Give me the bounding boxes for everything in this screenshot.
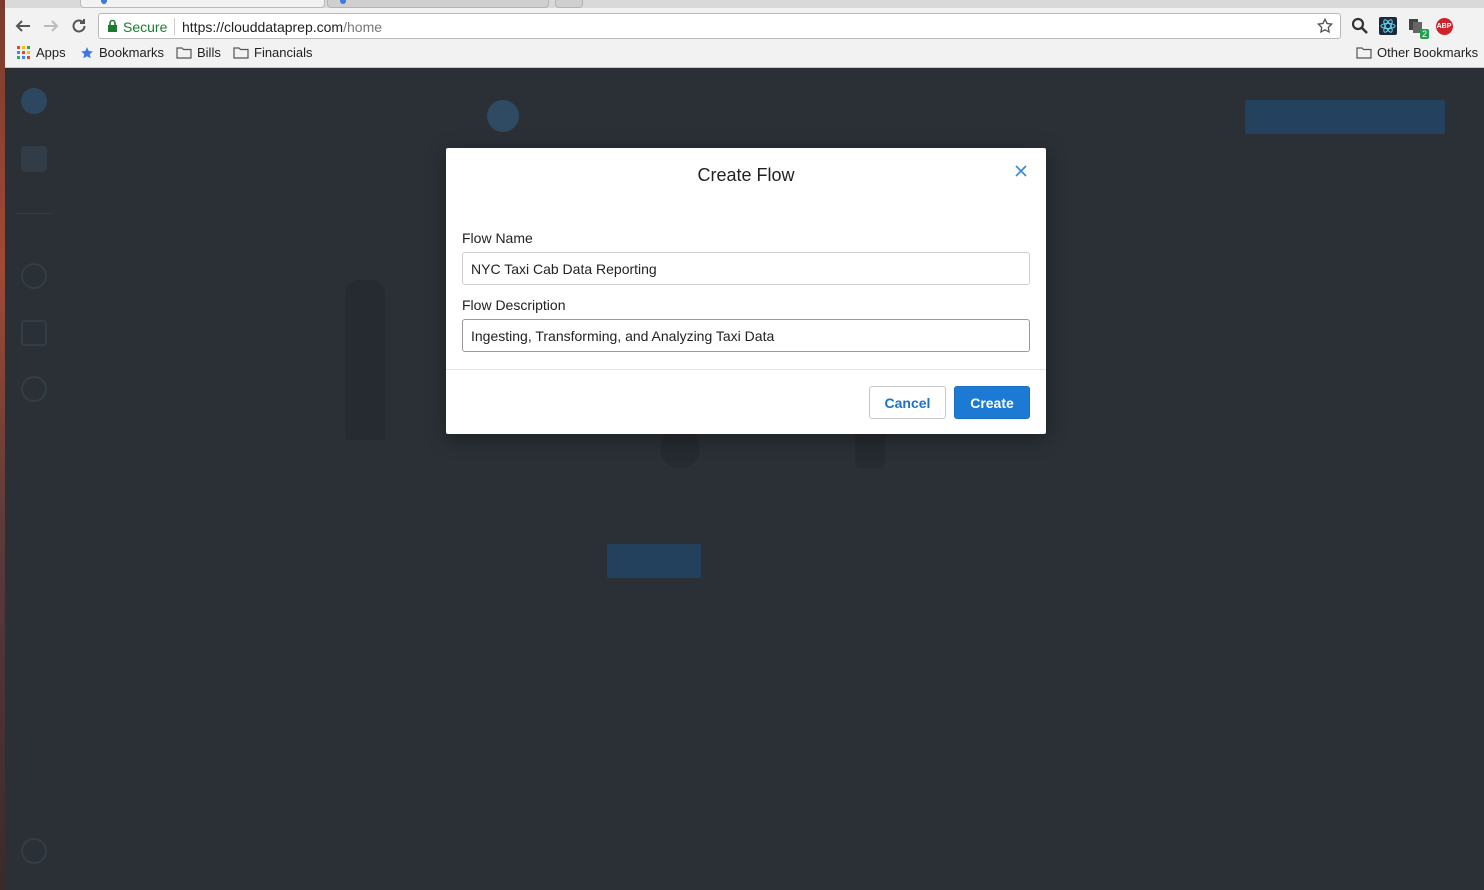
folder-icon [233, 47, 249, 59]
favicon-icon [340, 0, 346, 4]
bookmark-star-icon[interactable] [1316, 17, 1334, 35]
apps-grid-icon [17, 45, 30, 59]
illustration-person [345, 280, 385, 440]
star-icon [81, 46, 93, 58]
create-flow-dialog: Create Flow Flow Name Flow Description C… [446, 148, 1046, 434]
lock-icon [108, 19, 117, 32]
address-bar[interactable]: Secure https://clouddataprep.com/home [98, 13, 1341, 39]
help-icon [21, 838, 47, 864]
close-icon[interactable] [1014, 164, 1028, 178]
other-bookmarks[interactable]: Other Bookmarks [1356, 45, 1478, 60]
bookmark-label: Bookmarks [99, 45, 165, 60]
tab-inactive[interactable] [327, 0, 549, 8]
folder-icon [1356, 47, 1372, 59]
extension-badge: 2 [1419, 29, 1429, 39]
bookmark-label: Apps [36, 45, 66, 60]
cancel-button[interactable]: Cancel [869, 386, 946, 419]
illustration-object [855, 428, 885, 468]
flows-icon [21, 146, 47, 172]
url-path: /home [343, 19, 383, 35]
react-atom-icon [1379, 17, 1397, 35]
flow-description-input[interactable] [462, 319, 1030, 352]
bookmark-financials[interactable]: Financials [233, 45, 313, 60]
tab-strip [5, 0, 1484, 8]
reload-button[interactable] [67, 14, 91, 38]
bookmark-bookmarks[interactable]: Bookmarks [80, 45, 164, 60]
favicon-icon [101, 0, 107, 4]
flow-name-input[interactable] [462, 252, 1030, 285]
bookmark-bills[interactable]: Bills [176, 45, 221, 60]
dialog-title: Create Flow [697, 165, 795, 185]
create-button[interactable]: Create [954, 386, 1030, 419]
address-divider [174, 18, 175, 35]
reload-icon [72, 19, 86, 33]
app-sidebar [5, 68, 65, 890]
tab-active[interactable] [80, 0, 325, 8]
dialog-footer-divider [446, 369, 1046, 370]
flow-name-label: Flow Name [462, 230, 533, 246]
browser-chrome: Secure https://clouddataprep.com/home 2 … [5, 0, 1484, 68]
dataprep-logo-icon [487, 100, 519, 132]
react-devtools-button[interactable] [1378, 16, 1398, 36]
bookmark-label: Financials [254, 45, 313, 60]
folder-icon [176, 47, 192, 59]
bookmark-apps[interactable]: Apps [17, 45, 66, 60]
url-text: https://clouddataprep.com/home [182, 19, 382, 35]
tab-manager-extension-button[interactable]: 2 [1406, 16, 1429, 39]
other-bookmarks-label: Other Bookmarks [1377, 45, 1479, 60]
dataprep-logo [487, 100, 519, 132]
library-icon [21, 320, 47, 346]
forward-arrow-icon [44, 20, 59, 32]
back-arrow-icon [15, 20, 30, 32]
secure-label: Secure [123, 19, 168, 35]
datasets-icon [21, 263, 47, 289]
adblock-plus-button[interactable]: ABP [1434, 16, 1454, 36]
add-icon [21, 88, 47, 114]
forward-button[interactable] [39, 14, 63, 38]
bookmark-label: Bills [197, 45, 221, 60]
magnifier-icon [1351, 17, 1368, 34]
new-tab-button[interactable] [555, 0, 583, 8]
flow-description-label: Flow Description [462, 297, 566, 313]
search-extension-button[interactable] [1350, 16, 1370, 36]
url-host: https://clouddataprep.com [182, 19, 344, 35]
start-tour-button-dimmed [607, 544, 701, 578]
bookmarks-bar: Apps Bookmarks Bills Financials Other Bo… [5, 44, 1484, 64]
illustration-object [660, 428, 700, 468]
sidebar-divider [15, 213, 53, 214]
adblock-icon: ABP [1435, 17, 1453, 35]
back-button[interactable] [11, 14, 35, 38]
import-data-button-dimmed [1245, 100, 1445, 134]
jobs-icon [21, 376, 47, 402]
